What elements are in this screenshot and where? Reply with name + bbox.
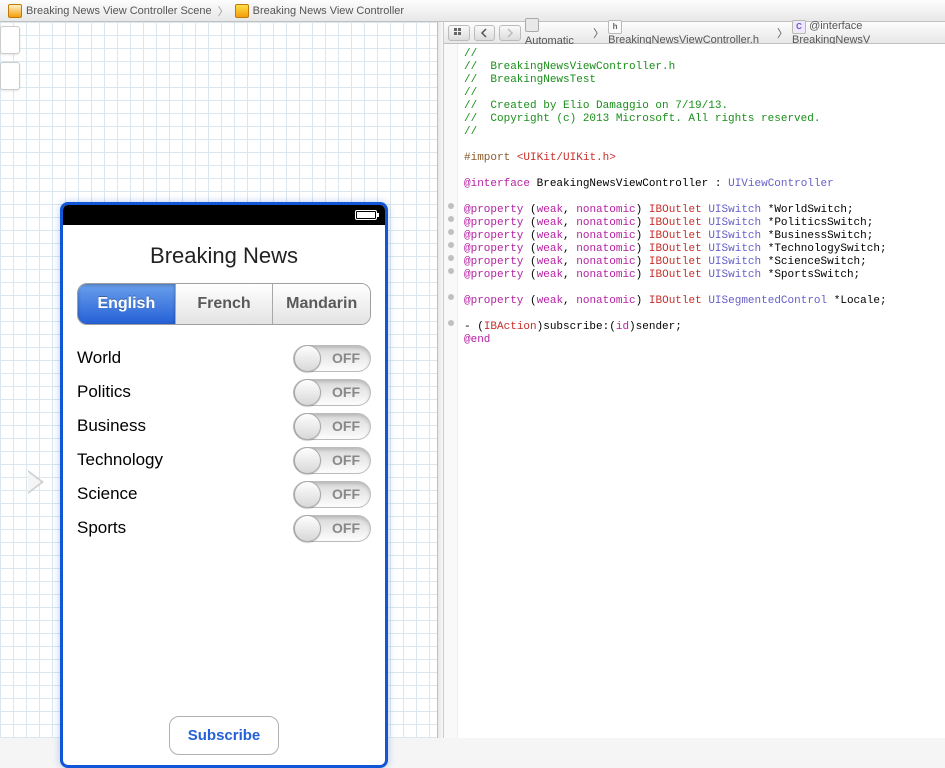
switch-label-world: World xyxy=(77,348,121,368)
switch-label-sports: Sports xyxy=(77,518,126,538)
sports-switch[interactable]: OFF xyxy=(293,515,371,542)
world-switch[interactable]: OFF xyxy=(293,345,371,372)
list-item: Sports OFF xyxy=(77,511,371,545)
crumb-scene[interactable]: Breaking News View Controller Scene xyxy=(4,4,216,18)
jump-bar-file[interactable]: h BreakingNewsViewController.h xyxy=(608,20,773,46)
page-title: Breaking News xyxy=(77,243,371,269)
switch-label-science: Science xyxy=(77,484,137,504)
assistant-editor: Automatic 〉 h BreakingNewsViewController… xyxy=(444,22,945,738)
source-code[interactable]: // // BreakingNewsViewController.h // Br… xyxy=(458,44,893,738)
jump-bar-mode[interactable]: Automatic xyxy=(525,18,589,47)
segment-english[interactable]: English xyxy=(78,284,176,324)
locale-segmented-control[interactable]: English French Mandarin xyxy=(77,283,371,325)
jump-bar: Automatic 〉 h BreakingNewsViewController… xyxy=(444,22,945,44)
status-bar xyxy=(63,205,385,225)
crumb-scene-label: Breaking News View Controller Scene xyxy=(26,5,212,17)
connection-dot-icon[interactable] xyxy=(448,320,454,326)
document-outline-stubs xyxy=(0,26,22,122)
header-file-icon: h xyxy=(608,20,622,34)
list-item: Technology OFF xyxy=(77,443,371,477)
business-switch[interactable]: OFF xyxy=(293,413,371,440)
category-switch-list: World OFF Politics OFF Business OFF Tech… xyxy=(77,341,371,545)
crumb-controller-label: Breaking News View Controller xyxy=(253,5,404,17)
list-item: Politics OFF xyxy=(77,375,371,409)
outlet-gutter xyxy=(444,44,458,738)
segment-french[interactable]: French xyxy=(176,284,274,324)
battery-icon xyxy=(355,210,377,220)
source-editor[interactable]: // // BreakingNewsViewController.h // Br… xyxy=(444,44,945,738)
phone-mockup[interactable]: Breaking News English French Mandarin Wo… xyxy=(60,202,388,768)
switch-label-business: Business xyxy=(77,416,146,436)
back-button[interactable] xyxy=(474,25,496,41)
switch-label-politics: Politics xyxy=(77,382,131,402)
technology-switch[interactable]: OFF xyxy=(293,447,371,474)
list-item: Business OFF xyxy=(77,409,371,443)
storyboard-icon xyxy=(8,4,22,18)
jump-bar-symbol[interactable]: C @interface BreakingNewsV xyxy=(792,20,941,46)
crumb-controller[interactable]: Breaking News View Controller xyxy=(231,4,408,18)
outline-expand-arrow[interactable] xyxy=(28,470,44,494)
segment-mandarin[interactable]: Mandarin xyxy=(273,284,370,324)
switch-label-technology: Technology xyxy=(77,450,163,470)
ib-canvas[interactable]: Breaking News English French Mandarin Wo… xyxy=(0,22,438,738)
subscribe-button[interactable]: Subscribe xyxy=(169,716,280,755)
viewcontroller-icon xyxy=(235,4,249,18)
list-item: Science OFF xyxy=(77,477,371,511)
list-item: World OFF xyxy=(77,341,371,375)
politics-switch[interactable]: OFF xyxy=(293,379,371,406)
forward-button[interactable] xyxy=(499,25,521,41)
science-switch[interactable]: OFF xyxy=(293,481,371,508)
crumb-sep: 〉 xyxy=(216,3,231,19)
class-symbol-icon: C xyxy=(792,20,806,34)
related-items-button[interactable] xyxy=(448,25,470,41)
automatic-mode-icon xyxy=(525,18,539,32)
